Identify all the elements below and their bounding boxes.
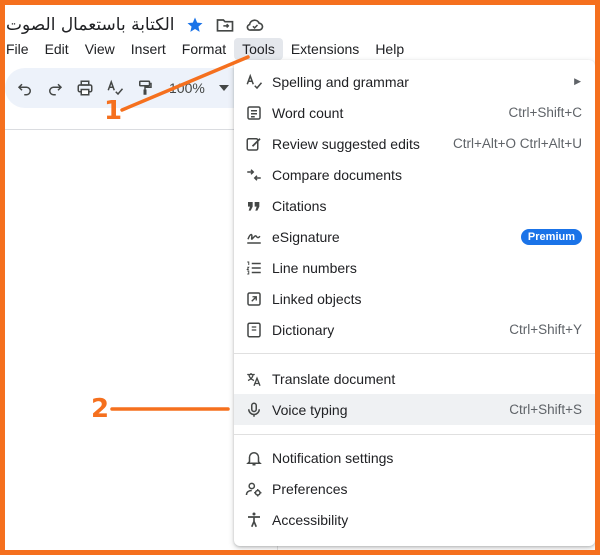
star-icon[interactable] [185, 15, 205, 35]
menu-item-citations[interactable]: Citations [234, 190, 595, 221]
menu-item-label: Voice typing [272, 401, 348, 418]
cloud-status-icon[interactable] [245, 15, 265, 35]
menu-view[interactable]: View [77, 38, 123, 60]
menu-item-label: Line numbers [272, 259, 357, 276]
menu-item-label: Dictionary [272, 321, 335, 338]
menu-item-label: Accessibility [272, 511, 349, 528]
menu-item-label: Compare documents [272, 166, 402, 183]
menu-item-label: Linked objects [272, 290, 362, 307]
menu-item-label: eSignature [272, 228, 340, 245]
chevron-down-icon [218, 85, 229, 91]
redo-icon[interactable] [43, 76, 67, 100]
menu-item-linked-objects[interactable]: Linked objects [234, 283, 595, 314]
shortcut-text: Ctrl+Shift+S [509, 402, 582, 417]
premium-badge: Premium [520, 228, 582, 245]
menu-item-review-suggested-edits[interactable]: Review suggested edits Ctrl+Alt+O Ctrl+A… [234, 128, 595, 159]
menu-separator [234, 353, 595, 354]
menu-item-word-count[interactable]: Word count Ctrl+Shift+C [234, 97, 595, 128]
menu-format[interactable]: Format [174, 38, 234, 60]
linked-objects-icon [244, 289, 264, 309]
menu-item-dictionary[interactable]: Dictionary Ctrl+Shift+Y [234, 314, 595, 345]
menu-separator [234, 434, 595, 435]
menu-edit[interactable]: Edit [37, 38, 77, 60]
shortcut-text: Ctrl+Shift+Y [509, 322, 582, 337]
annotation-step-1: 1 [104, 96, 123, 126]
microphone-icon [244, 400, 264, 420]
dictionary-icon [244, 320, 264, 340]
menu-item-compare-documents[interactable]: Compare documents [234, 159, 595, 190]
undo-icon[interactable] [13, 76, 37, 100]
zoom-select[interactable]: 100% [163, 80, 235, 96]
menu-item-translate-document[interactable]: Translate document [234, 363, 595, 394]
menu-tools[interactable]: Tools [234, 38, 283, 60]
submenu-arrow-icon: ▶ [574, 76, 581, 86]
preferences-icon [244, 479, 264, 499]
menu-insert[interactable]: Insert [123, 38, 174, 60]
menu-item-label: Preferences [272, 480, 348, 497]
compare-icon [244, 165, 264, 185]
menu-item-label: Review suggested edits [272, 135, 420, 152]
shortcut-text: Ctrl+Alt+O Ctrl+Alt+U [452, 136, 582, 151]
document-title[interactable]: الكتابة باستعمال الصوت [6, 15, 175, 35]
annotation-step-2: 2 [91, 394, 110, 424]
signature-icon [244, 227, 264, 247]
quote-icon [244, 196, 264, 216]
menu-item-spelling-and-grammar[interactable]: Spelling and grammar ▶ [234, 66, 595, 97]
menu-item-label: Spelling and grammar [272, 73, 409, 90]
menu-file[interactable]: File [0, 38, 37, 60]
spellcheck-icon [244, 72, 264, 92]
tools-menu: Spelling and grammar ▶ Word count Ctrl+S… [234, 60, 595, 546]
shortcut-text: Ctrl+Shift+C [508, 105, 582, 120]
print-icon[interactable] [73, 76, 97, 100]
menu-extensions[interactable]: Extensions [283, 38, 367, 60]
move-to-folder-icon[interactable] [215, 15, 235, 35]
menu-item-line-numbers[interactable]: Line numbers [234, 252, 595, 283]
translate-icon [244, 369, 264, 389]
menu-item-voice-typing[interactable]: Voice typing Ctrl+Shift+S [234, 394, 595, 425]
menu-item-esignature[interactable]: eSignature Premium [234, 221, 595, 252]
word-count-icon [244, 103, 264, 123]
bell-icon [244, 448, 264, 468]
menu-item-notification-settings[interactable]: Notification settings [234, 442, 595, 473]
menu-item-preferences[interactable]: Preferences [234, 473, 595, 504]
menu-help[interactable]: Help [367, 38, 412, 60]
accessibility-icon [244, 510, 264, 530]
review-edits-icon [244, 134, 264, 154]
menu-item-label: Notification settings [272, 449, 394, 466]
zoom-value: 100% [169, 80, 205, 96]
menu-item-label: Citations [272, 197, 327, 214]
menu-item-accessibility[interactable]: Accessibility [234, 504, 595, 535]
title-row: الكتابة باستعمال الصوت [6, 10, 265, 40]
menu-item-label: Translate document [272, 370, 396, 387]
menu-bar: File Edit View Insert Format Tools Exten… [0, 37, 412, 61]
paint-format-icon[interactable] [133, 76, 157, 100]
line-numbers-icon [244, 258, 264, 278]
menu-item-label: Word count [272, 104, 344, 121]
